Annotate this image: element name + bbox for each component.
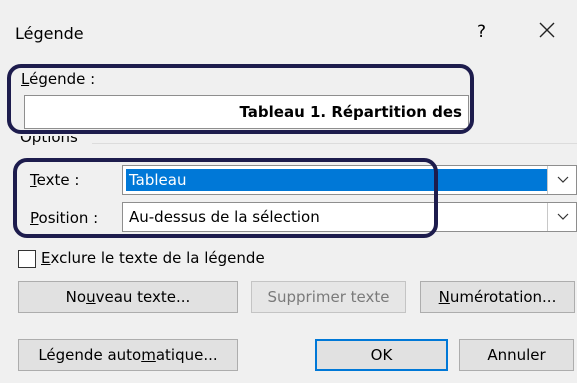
- exclude-label-checkbox[interactable]: [18, 250, 36, 268]
- texte-dropdown-button[interactable]: [547, 166, 576, 194]
- options-highlight-box: [13, 158, 438, 238]
- ok-button[interactable]: OK: [315, 339, 448, 371]
- position-dropdown-button[interactable]: [547, 203, 576, 231]
- numbering-button[interactable]: Numérotation...: [420, 281, 575, 313]
- dialog-title: Légende: [15, 24, 84, 43]
- options-group-label: Options: [20, 136, 78, 146]
- close-icon[interactable]: [535, 18, 559, 42]
- options-group-line: [92, 143, 577, 144]
- chevron-down-icon: [557, 176, 569, 183]
- new-label-button[interactable]: Nouveau texte...: [18, 281, 238, 313]
- cancel-button[interactable]: Annuler: [459, 339, 574, 371]
- autocaption-button[interactable]: Légende automatique...: [18, 339, 238, 371]
- chevron-down-icon: [557, 213, 569, 220]
- caption-highlight-box: [7, 64, 474, 134]
- help-button[interactable]: ?: [477, 22, 486, 42]
- delete-label-button[interactable]: Supprimer texte: [251, 281, 406, 313]
- exclude-label-text[interactable]: Exclure le texte de la légende: [41, 249, 265, 267]
